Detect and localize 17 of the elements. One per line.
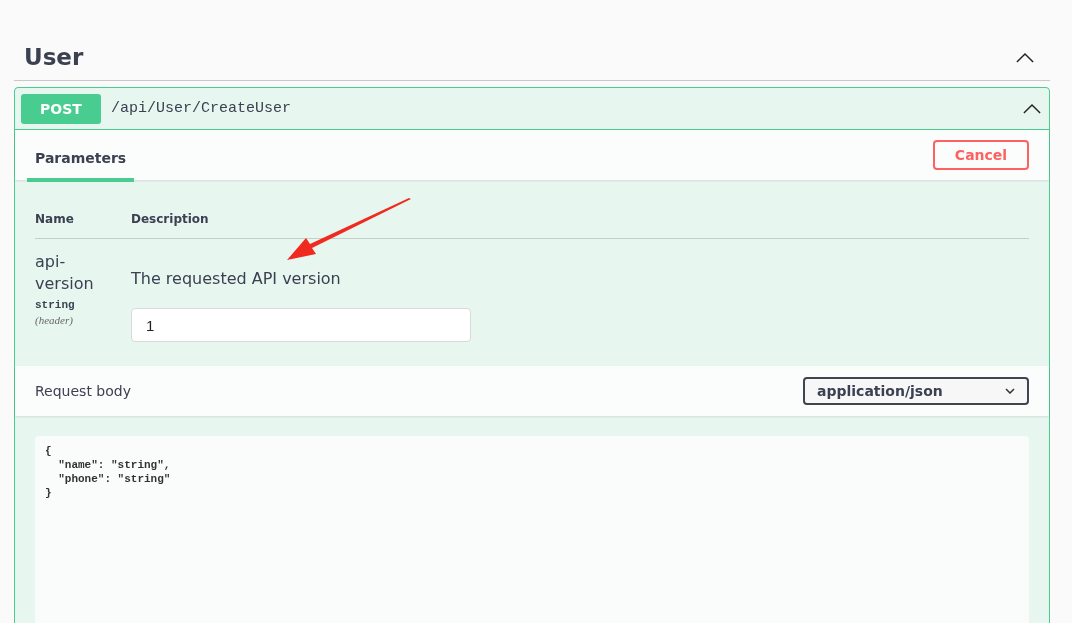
endpoint-path[interactable]: /api/User/CreateUser bbox=[111, 100, 1023, 117]
chevron-up-icon[interactable] bbox=[1016, 51, 1034, 63]
section-title[interactable]: User bbox=[24, 44, 84, 70]
chevron-up-icon[interactable] bbox=[1023, 103, 1041, 114]
parameter-input[interactable]: 1 bbox=[131, 308, 471, 342]
column-header: Description bbox=[131, 212, 210, 226]
parameter-name: api-version bbox=[35, 251, 95, 295]
parameter-description: The requested API version bbox=[131, 269, 342, 288]
tab[interactable]: Parameters bbox=[27, 134, 135, 182]
request-body-editor[interactable]: { "name": "string", "phone": "string" } bbox=[35, 436, 1029, 623]
chevron-down-icon bbox=[1005, 388, 1015, 394]
parameter-location: (header) bbox=[35, 314, 74, 326]
method-badge: POST bbox=[21, 93, 101, 124]
content-type-select[interactable]: application/json bbox=[803, 377, 1029, 405]
request-body-label: Request body bbox=[35, 383, 131, 399]
parameter-type: string bbox=[35, 299, 76, 311]
column-header: Name bbox=[35, 212, 75, 226]
